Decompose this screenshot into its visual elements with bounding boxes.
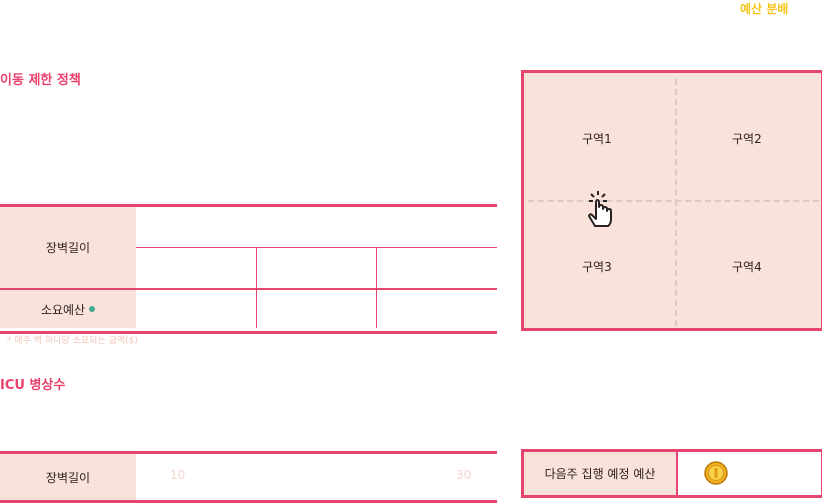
wall-length-cell-2[interactable] (257, 248, 376, 288)
next-week-budget-header: 다음주 집행 예정 예산 (524, 452, 678, 495)
zone-1[interactable]: 구역1 (582, 130, 612, 147)
zone-divider-vertical (675, 79, 677, 326)
wall-table: 장벽길이 소요예산 (0, 204, 497, 334)
wall-length-label: 장벽길이 (45, 241, 91, 255)
wall-length-header: 장벽길이 (0, 207, 136, 288)
zone-4[interactable]: 구역4 (732, 258, 762, 275)
info-dot-icon[interactable] (89, 306, 96, 312)
icu-title: ICU 병상수 (0, 378, 66, 393)
budget-allocation-button[interactable]: 예산 분배 (740, 0, 788, 17)
slider-min-value: 10 (170, 468, 186, 482)
wall-length-cell-3[interactable] (377, 248, 497, 288)
cost-label: 소요예산 (40, 302, 86, 317)
table-divider (0, 288, 497, 290)
next-week-budget-label: 다음주 집행 예정 예산 (544, 467, 656, 481)
slider-max-value: 30 (456, 468, 472, 482)
wall-length-cell-1[interactable] (137, 248, 256, 288)
icu-row-header: 장벽길이 (0, 454, 136, 500)
movement-policy-title: 이동 제한 정책 (0, 73, 81, 88)
next-week-budget-box: 다음주 집행 예정 예산 (521, 449, 822, 498)
coin-icon (704, 461, 728, 485)
zone-3[interactable]: 구역3 (582, 258, 612, 275)
zone-divider-horizontal (528, 200, 819, 202)
cost-header: 소요예산 (0, 290, 136, 328)
icu-row-label: 장벽길이 (45, 470, 91, 485)
icu-table: 장벽길이 10 30 (0, 451, 497, 503)
cost-note: * 매주 벽 하나당 소요되는 금액($) (7, 336, 138, 346)
zone-2[interactable]: 구역2 (732, 130, 762, 147)
pointer-hand-icon (588, 191, 612, 227)
zone-grid: 구역1 구역2 구역3 구역4 (521, 70, 822, 331)
